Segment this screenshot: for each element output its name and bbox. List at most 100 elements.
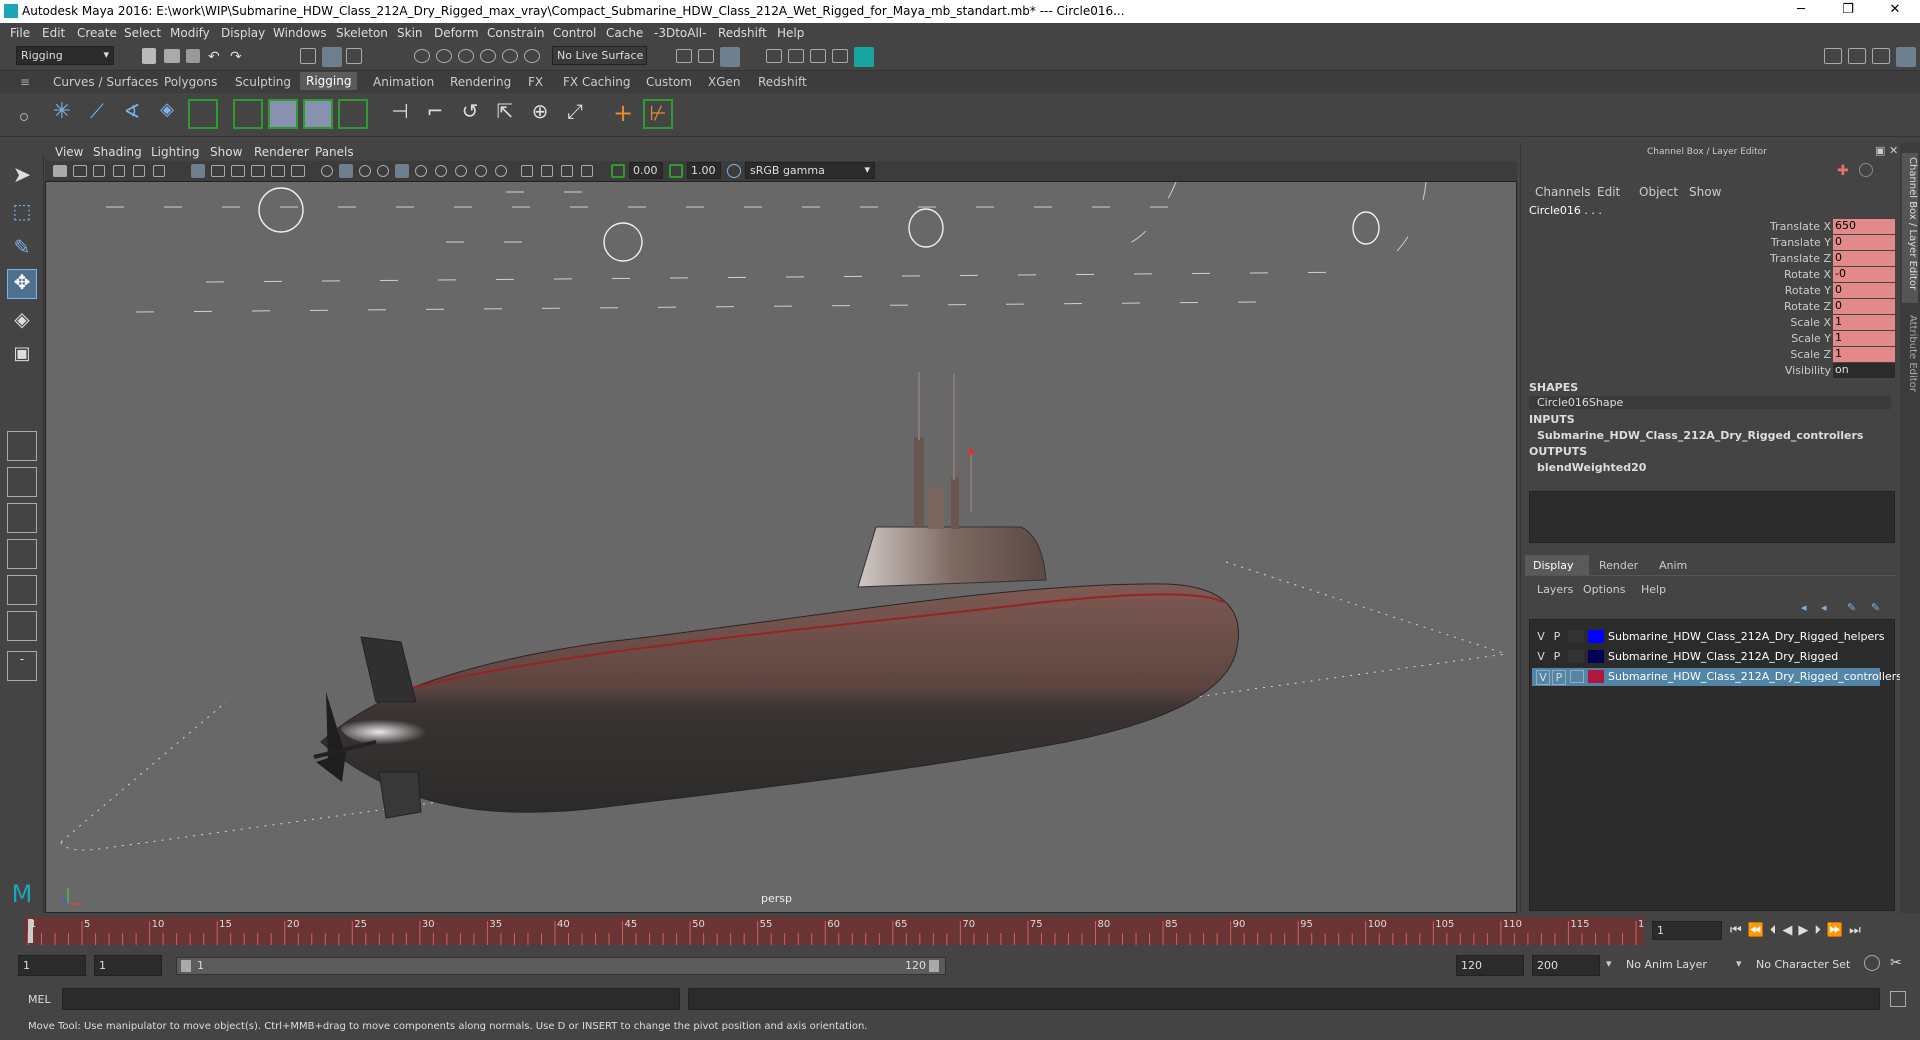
gate-mask-icon[interactable] <box>251 165 265 177</box>
close-button[interactable]: ✕ <box>1880 2 1910 21</box>
textured-icon[interactable] <box>377 165 389 177</box>
output-ops-icon[interactable] <box>698 49 714 63</box>
play-forward-icon[interactable]: ▶ <box>1798 923 1814 938</box>
color-management-icon[interactable] <box>727 164 741 178</box>
shelf-tab-custom[interactable]: Custom <box>646 75 692 89</box>
channel-translate-y[interactable]: Translate Y0 <box>1521 235 1901 250</box>
step-back-key-icon[interactable]: ⏴ <box>1770 923 1783 938</box>
paint-weights-icon[interactable] <box>268 99 298 129</box>
layer-color-swatch[interactable] <box>1588 650 1604 663</box>
range-end-handle[interactable] <box>929 960 939 972</box>
snap-surface-icon[interactable] <box>502 49 518 63</box>
side-tab-attribute-editor[interactable]: Attribute Editor <box>1902 311 1918 401</box>
animation-start-field[interactable]: 1 <box>18 955 86 976</box>
grease-pencil-icon[interactable] <box>153 165 165 177</box>
bookmark-icon[interactable] <box>93 165 105 177</box>
shape-item[interactable]: Circle016Shape <box>1529 396 1891 409</box>
submarine-model[interactable] <box>313 372 1239 819</box>
tool-settings-toggle-icon[interactable] <box>1872 48 1890 64</box>
time-slider[interactable]: 1 5 10 15 20 25 30 35 40 45 50 55 60 65 70 75 80 85 90 95 10… <box>0 913 1920 949</box>
shelf-tab-redshift[interactable]: Redshift <box>758 75 807 89</box>
scale-tool-icon[interactable]: ▣ <box>7 343 37 373</box>
controller-circle[interactable] <box>908 208 944 248</box>
snap-grid-icon[interactable] <box>414 49 430 63</box>
create-joints-icon[interactable]: ✳ <box>47 99 77 129</box>
channel-rotate-x[interactable]: Rotate X -0 <box>1521 267 1901 282</box>
humanik-icon[interactable] <box>188 99 218 129</box>
render-frame-icon[interactable] <box>788 49 804 63</box>
command-language-label[interactable]: MEL <box>28 993 51 1006</box>
exposure-field[interactable]: 0.00 <box>629 162 663 179</box>
select-component-icon[interactable] <box>346 48 362 64</box>
bind-skin-icon[interactable] <box>233 99 263 129</box>
shelf-tab-polygons[interactable]: Polygons <box>164 75 217 89</box>
undo-icon[interactable]: ↶ <box>208 49 222 65</box>
channel-box-pin-icon[interactable]: ✚ <box>1837 163 1851 179</box>
lasso-tool-icon[interactable]: ⬚ <box>7 199 37 229</box>
channel-scale-y[interactable]: Scale Y1 <box>1521 331 1901 346</box>
layer-row-rigged[interactable]: V P Submarine_HDW_Class_212A_Dry_Rigged <box>1530 648 1886 666</box>
menu-redshift[interactable]: Redshift <box>718 26 767 40</box>
channel-translate-z[interactable]: Translate Z0 <box>1521 251 1901 266</box>
menu-constrain[interactable]: Constrain <box>487 26 545 40</box>
menu-skeleton[interactable]: Skeleton <box>336 26 388 40</box>
cb-menu-edit[interactable]: Edit <box>1597 185 1620 199</box>
cb-menu-show[interactable]: Show <box>1689 185 1721 199</box>
character-set-dropdown[interactable]: No Character Set <box>1752 955 1872 974</box>
four-view-layout-icon[interactable] <box>7 467 37 497</box>
menu-windows[interactable]: Windows <box>273 26 327 40</box>
hypershade-icon[interactable] <box>854 47 874 67</box>
persp-graph-layout-icon[interactable] <box>7 539 37 569</box>
resolution-gate-icon[interactable] <box>231 165 245 177</box>
locator-icon[interactable]: + <box>608 99 638 129</box>
lights-icon[interactable] <box>415 165 427 177</box>
new-layer-selected-icon[interactable]: ✎ <box>1871 601 1880 614</box>
menu-cache[interactable]: Cache <box>606 26 643 40</box>
smooth-shade-icon[interactable] <box>339 164 353 178</box>
redo-icon[interactable]: ↷ <box>230 49 244 65</box>
layer-row-controllers[interactable]: V P Submarine_HDW_Class_212A_Dry_Rigged_… <box>1532 668 1902 686</box>
film-gate-icon[interactable] <box>211 165 225 177</box>
render-settings-icon[interactable] <box>832 49 848 63</box>
layer-type-swatch[interactable] <box>1568 650 1584 663</box>
time-ruler[interactable]: 1 5 10 15 20 25 30 35 40 45 50 55 60 65 70 75 80 85 90 95 10… <box>24 917 1644 945</box>
output-item[interactable]: blendWeighted20 <box>1537 461 1646 474</box>
chevron-down-icon[interactable]: ▾ <box>1606 957 1612 970</box>
gamma-field[interactable]: 1.00 <box>687 162 721 179</box>
layer-row-helpers[interactable]: V P Submarine_HDW_Class_212A_Dry_Rigged_… <box>1530 628 1886 646</box>
script-editor-icon[interactable] <box>1890 991 1906 1007</box>
float-panel-icon[interactable]: ▣ <box>1875 144 1885 157</box>
chevron-down-icon[interactable]: ▾ <box>1736 957 1742 970</box>
xray-joints-icon[interactable] <box>561 165 573 177</box>
play-back-icon[interactable]: ◀ <box>1782 923 1798 938</box>
current-frame-field[interactable]: 1 <box>1652 921 1722 940</box>
shelf-tab-rigging[interactable]: Rigging <box>300 72 358 90</box>
persp-outliner-layout-icon[interactable] <box>7 503 37 533</box>
new-layer-icon[interactable]: ✎ <box>1847 601 1856 614</box>
viewport-menu-view[interactable]: View <box>55 145 83 159</box>
snap-point-icon[interactable] <box>458 49 474 63</box>
move-layer-up-icon[interactable]: ◂ <box>1801 601 1807 614</box>
go-to-end-icon[interactable]: ⏭ <box>1849 923 1867 938</box>
cluster-icon[interactable] <box>338 99 368 129</box>
maximize-button[interactable]: ❐ <box>1833 2 1863 21</box>
anim-layer-dropdown[interactable]: No Anim Layer <box>1622 955 1748 974</box>
shelf-tab-rendering[interactable]: Rendering <box>450 75 511 89</box>
viewport-menu-shading[interactable]: Shading <box>93 145 142 159</box>
point-constraint-icon[interactable]: ⌐ <box>420 99 450 129</box>
channel-box-settings-icon[interactable] <box>1859 163 1873 177</box>
layer-tab-display[interactable]: Display <box>1525 555 1589 575</box>
shelf-tab-sculpting[interactable]: Sculpting <box>235 75 291 89</box>
menu-select[interactable]: Select <box>124 26 161 40</box>
viewport-menu-lighting[interactable]: Lighting <box>151 145 200 159</box>
anti-aliasing-icon[interactable] <box>495 165 507 177</box>
channel-rotate-z[interactable]: Rotate Z0 <box>1521 299 1901 314</box>
wireframe-on-shaded-icon[interactable] <box>359 165 371 177</box>
menu-file[interactable]: File <box>10 26 30 40</box>
colorspace-dropdown[interactable]: sRGB gamma ▾ <box>745 162 875 179</box>
menu-help[interactable]: Help <box>777 26 804 40</box>
animation-end-field[interactable]: 200 <box>1532 955 1600 976</box>
xray-icon[interactable] <box>395 164 409 178</box>
outliner-persp-layout-icon[interactable] <box>7 611 37 641</box>
parent-constraint-icon[interactable]: ⊣ <box>385 99 415 129</box>
